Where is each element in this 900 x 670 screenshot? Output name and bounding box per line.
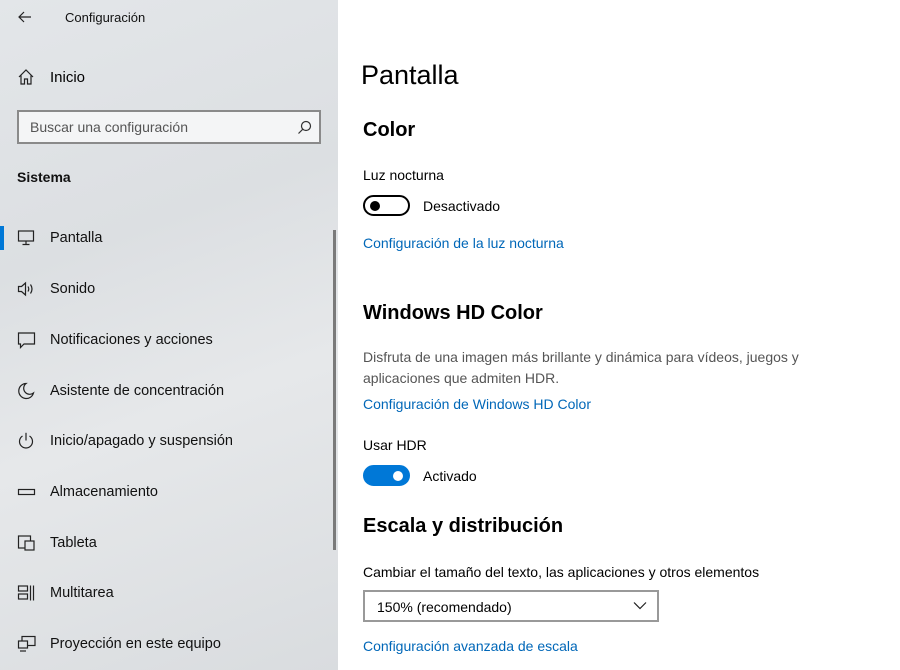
sidebar-item-pantalla[interactable]: Pantalla — [0, 216, 330, 260]
advanced-scale-link[interactable]: Configuración avanzada de escala — [363, 638, 578, 654]
scale-heading: Escala y distribución — [363, 515, 564, 537]
sidebar-item-multitarea[interactable]: Multitarea — [0, 571, 330, 615]
sidebar-item-proyeccion[interactable]: Proyección en este equipo — [0, 622, 330, 666]
moon-icon — [18, 382, 35, 400]
change-size-label: Cambiar el tamaño del texto, las aplicac… — [363, 564, 760, 580]
monitor-icon — [17, 230, 35, 246]
sidebar-item-sonido[interactable]: Sonido — [0, 267, 330, 311]
hdr-toggle[interactable] — [363, 465, 410, 486]
back-arrow-icon — [18, 11, 31, 23]
home-icon — [18, 69, 34, 85]
search-box[interactable] — [17, 110, 321, 144]
sidebar-scrollbar[interactable] — [333, 230, 336, 550]
active-indicator — [0, 226, 4, 250]
night-light-settings-link[interactable]: Configuración de la luz nocturna — [363, 235, 564, 251]
power-icon — [18, 432, 34, 449]
speaker-icon — [17, 281, 33, 297]
color-heading: Color — [363, 119, 416, 141]
sidebar-item-concentracion[interactable]: Asistente de concentración — [0, 369, 330, 413]
chevron-down-icon — [633, 602, 647, 610]
sidebar-item-label: Sonido — [50, 281, 96, 297]
app-title: Configuración — [65, 10, 146, 25]
night-light-toggle[interactable] — [363, 195, 410, 216]
scale-dropdown[interactable]: 150% (recomendado) — [363, 590, 659, 622]
sidebar-item-notificaciones[interactable]: Notificaciones y acciones — [0, 318, 330, 362]
sidebar-item-label: Asistente de concentración — [50, 383, 225, 399]
sidebar-item-tableta[interactable]: Tableta — [0, 521, 330, 565]
sidebar-item-inicio-apagado[interactable]: Inicio/apagado y suspensión — [0, 419, 330, 463]
section-label: Sistema — [17, 169, 71, 185]
sidebar: Configuración Inicio Sistema Pantalla So… — [0, 0, 338, 670]
multitask-icon — [17, 585, 35, 601]
search-icon[interactable] — [297, 120, 312, 135]
page-title: Pantalla — [361, 60, 459, 90]
sidebar-item-label: Tableta — [50, 535, 97, 551]
main-content: Pantalla Color Luz nocturna Desactivado … — [338, 0, 900, 670]
sidebar-item-label: Proyección en este equipo — [50, 636, 221, 652]
sidebar-item-label: Notificaciones y acciones — [50, 332, 213, 348]
back-button[interactable] — [10, 4, 40, 30]
night-light-label: Luz nocturna — [363, 167, 444, 183]
search-input[interactable] — [19, 112, 289, 142]
title-bar: Configuración — [0, 0, 338, 36]
notification-icon — [17, 332, 36, 349]
night-light-state: Desactivado — [423, 198, 501, 214]
hd-color-description: Disfruta de una imagen más brillante y d… — [363, 349, 799, 386]
hdr-state: Activado — [423, 468, 477, 484]
sidebar-item-home[interactable]: Inicio — [0, 60, 338, 94]
sidebar-item-label: Inicio — [50, 69, 86, 86]
tablet-icon — [17, 535, 35, 551]
sidebar-item-label: Inicio/apagado y suspensión — [50, 433, 233, 449]
toggle-knob — [393, 471, 403, 481]
hdr-label: Usar HDR — [363, 437, 427, 453]
sidebar-item-label: Pantalla — [50, 230, 103, 246]
hd-color-heading: Windows HD Color — [363, 302, 543, 324]
storage-icon — [17, 488, 36, 496]
projection-icon — [17, 635, 36, 652]
hd-color-settings-link[interactable]: Configuración de Windows HD Color — [363, 396, 591, 412]
sidebar-item-almacenamiento[interactable]: Almacenamiento — [0, 470, 330, 514]
sidebar-item-label: Multitarea — [50, 585, 114, 601]
sidebar-item-label: Almacenamiento — [50, 484, 158, 500]
toggle-knob — [370, 201, 380, 211]
scale-selected-value: 150% (recomendado) — [377, 599, 512, 615]
